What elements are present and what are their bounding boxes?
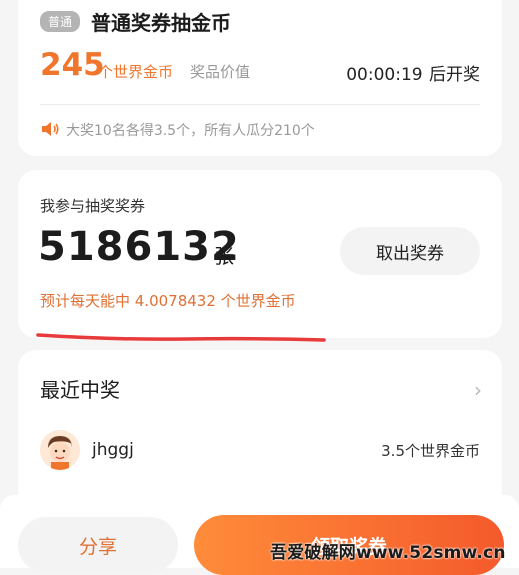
chevron-right-icon[interactable]: ›: [474, 378, 482, 402]
tickets-unit: 张: [214, 244, 234, 268]
prize-value-label: 奖品价值: [190, 63, 251, 81]
my-tickets-card: 我参与抽奖奖券 5186132 张 取出奖券 预计每天能中 4.0078432 …: [18, 170, 502, 338]
countdown-time: 00:00:19: [346, 65, 423, 85]
countdown-suffix: 后开奖: [429, 65, 480, 85]
watermark: 吾爱破解网www.52smw.cn: [270, 543, 506, 563]
coin-amount: 245: [40, 47, 105, 83]
recent-winners-title: 最近中奖: [40, 378, 120, 402]
red-underline-annotation: [36, 333, 326, 342]
divider: [40, 104, 480, 105]
tickets-count: 5186132: [38, 224, 240, 270]
daily-estimate: 预计每天能中 4.0078432 个世界金币: [40, 292, 296, 310]
draw-countdown: 00:00:19 后开奖: [345, 60, 480, 85]
share-button[interactable]: 分享: [18, 517, 178, 573]
lottery-pool-card: 普通 普通奖券抽金币 245 个世界金币 奖品价值 00:00:19 后开奖 大…: [18, 0, 502, 156]
speaker-icon: [42, 122, 59, 136]
pool-type-badge: 普通: [40, 11, 81, 32]
winner-prize: 3.5个世界金币: [381, 442, 480, 460]
coin-unit: 个世界金币: [98, 63, 174, 81]
prize-notice: 大奖10名各得3.5个，所有人瓜分210个: [66, 123, 315, 139]
winner-name: jhggj: [92, 440, 134, 460]
avatar-face-icon: [40, 430, 80, 470]
withdraw-tickets-button[interactable]: 取出奖券: [340, 227, 480, 275]
avatar: [40, 430, 80, 470]
tickets-label: 我参与抽奖奖券: [40, 197, 146, 215]
pool-title: 普通奖券抽金币: [91, 11, 231, 35]
